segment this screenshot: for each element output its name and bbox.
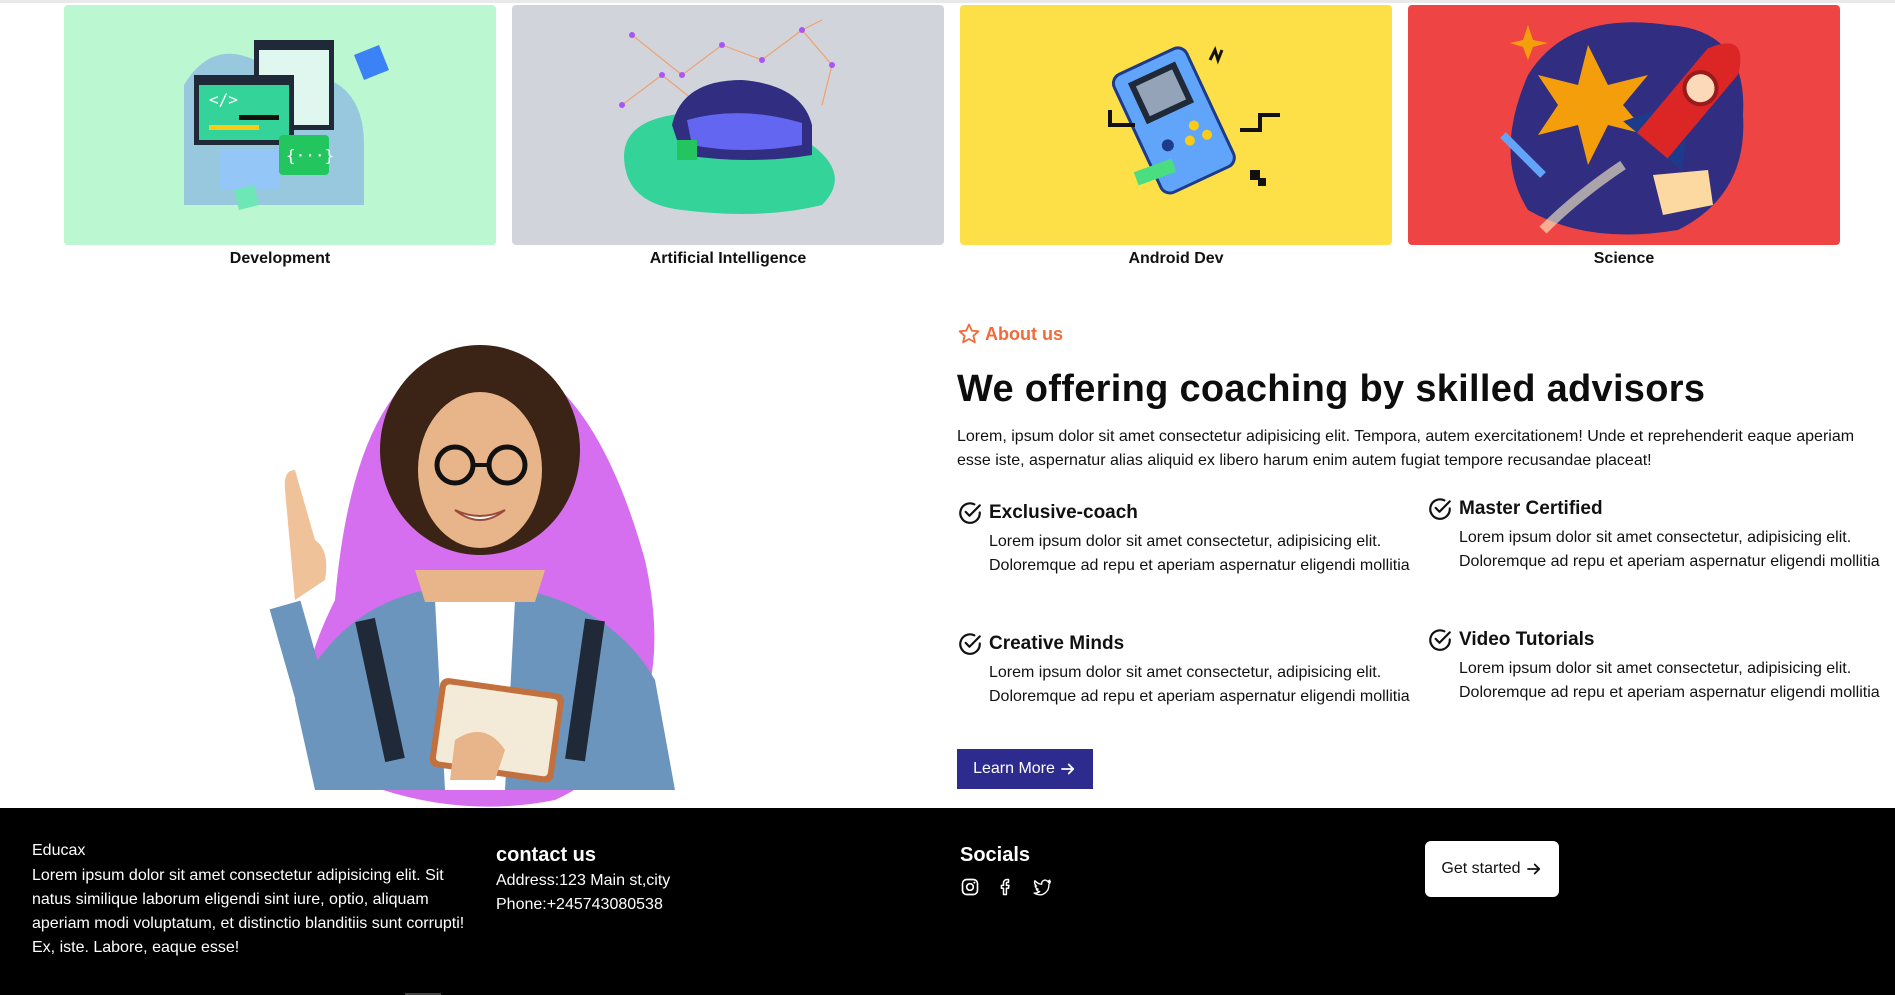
android-image (960, 5, 1392, 245)
feature-title: Exclusive-coach (989, 502, 1138, 523)
development-image: </> {···} (64, 5, 496, 245)
social-links (960, 877, 1052, 897)
footer: Educax Lorem ipsum dolor sit amet consec… (0, 808, 1895, 995)
socials-heading: Socials (960, 844, 1031, 866)
handheld-game-illustration (1108, 45, 1280, 195)
category-card-ai[interactable]: Artificial Intelligence (512, 5, 944, 268)
footer-socials-column: Socials (960, 844, 1052, 897)
instagram-icon[interactable] (960, 877, 980, 897)
feature-title: Master Certified (1459, 498, 1603, 519)
feature-creative-minds: Creative Minds Lorem ipsum dolor sit ame… (957, 631, 1427, 709)
features-grid: Exclusive-coach Lorem ipsum dolor sit am… (957, 498, 1887, 720)
ai-image (512, 5, 944, 245)
arrow-right-icon (1061, 763, 1075, 775)
arrow-right-icon (1526, 863, 1540, 875)
feature-title: Video Tutorials (1459, 629, 1595, 650)
check-circle-icon (959, 633, 981, 655)
contact-phone: Phone:+245743080538 (496, 896, 663, 913)
check-circle-icon (1429, 498, 1451, 520)
twitter-icon[interactable] (1032, 877, 1052, 897)
feature-text: Lorem ipsum dolor sit amet consectetur, … (1459, 529, 1880, 570)
contact-heading: contact us (496, 844, 597, 866)
learn-more-label: Learn More (973, 760, 1055, 777)
footer-about: Lorem ipsum dolor sit amet consectetur a… (32, 867, 465, 956)
category-card-science[interactable]: Science (1408, 5, 1840, 268)
feature-text: Lorem ipsum dolor sit amet consectetur, … (989, 533, 1410, 574)
footer-brand-column: Educax Lorem ipsum dolor sit amet consec… (32, 842, 482, 960)
learn-more-button[interactable]: Learn More (957, 749, 1093, 789)
feature-text: Lorem ipsum dolor sit amet consectetur, … (1459, 660, 1880, 701)
star-icon (958, 323, 980, 344)
about-tag: About us (957, 322, 1887, 346)
check-circle-icon (959, 502, 981, 524)
feature-video-tutorials: Video Tutorials Lorem ipsum dolor sit am… (1427, 627, 1895, 705)
category-label: Science (1593, 250, 1655, 267)
vr-headset-illustration (619, 19, 835, 214)
science-image (1408, 5, 1840, 245)
about-tag-label: About us (985, 323, 1063, 344)
category-label: Development (229, 250, 331, 267)
about-section: About us We offering coaching by skilled… (957, 322, 1887, 473)
get-started-label: Get started (1441, 860, 1521, 877)
category-card-development[interactable]: </> {···} Development (64, 5, 496, 268)
top-divider (0, 0, 1895, 3)
check-circle-icon (1429, 629, 1451, 651)
student-portrait-illustration (269, 345, 675, 807)
category-label: Artificial Intelligence (649, 250, 807, 267)
get-started-button[interactable]: Get started (1425, 841, 1559, 897)
feature-title: Creative Minds (989, 633, 1125, 654)
svg-text:{···}: {···} (286, 146, 334, 165)
facebook-icon[interactable] (996, 877, 1016, 897)
category-label: Android Dev (1128, 250, 1224, 267)
feature-exclusive-coach: Exclusive-coach Lorem ipsum dolor sit am… (957, 500, 1427, 578)
feature-master-certified: Master Certified Lorem ipsum dolor sit a… (1427, 496, 1895, 574)
about-description: Lorem, ipsum dolor sit amet consectetur … (957, 428, 1855, 469)
category-card-android[interactable]: Android Dev (960, 5, 1392, 268)
student-portrait (255, 340, 695, 810)
footer-contact-column: contact us Address:123 Main st,city Phon… (496, 844, 670, 917)
rocket-illustration (1500, 22, 1744, 235)
footer-brand: Educax (32, 842, 86, 859)
about-title: We offering coaching by skilled advisors (957, 368, 1706, 410)
contact-address: Address:123 Main st,city (496, 872, 671, 889)
category-cards: </> {···} Development Artificial Intelli… (64, 5, 1842, 268)
svg-text:</>: </> (209, 90, 238, 109)
code-window-illustration: </> {···} (184, 40, 389, 210)
feature-text: Lorem ipsum dolor sit amet consectetur, … (989, 664, 1410, 705)
